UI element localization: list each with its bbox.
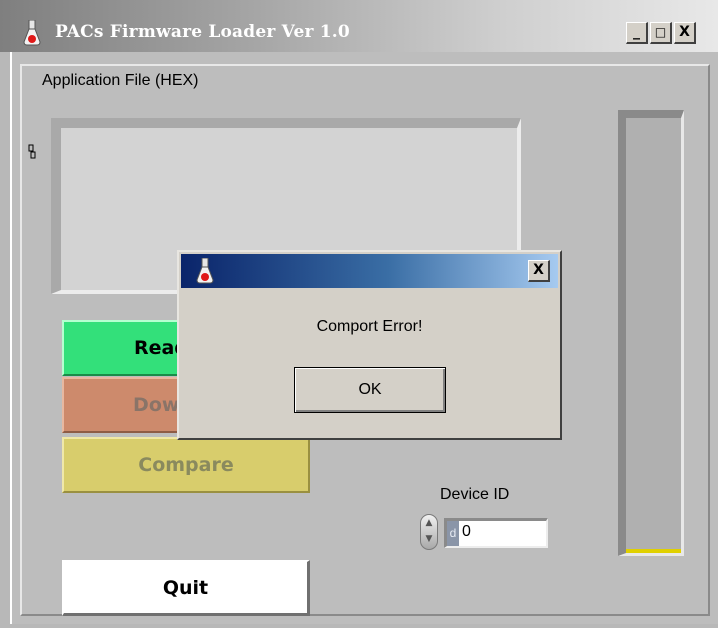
window-title: PACs Firmware Loader Ver 1.0 — [55, 22, 350, 42]
dialog-title-bar[interactable]: X — [181, 254, 558, 288]
maximize-button[interactable]: □ — [650, 22, 672, 44]
title-bar[interactable]: PACs Firmware Loader Ver 1.0 _ □ X — [0, 0, 718, 52]
progress-bar — [618, 110, 684, 556]
text-cursor-icon — [28, 144, 36, 159]
ok-button[interactable]: OK — [294, 367, 446, 413]
device-id-label: Device ID — [440, 486, 510, 503]
minimize-button[interactable]: _ — [626, 22, 648, 44]
radix-indicator[interactable]: d — [447, 521, 459, 546]
device-id-field[interactable]: d 0 — [444, 518, 548, 548]
progress-fill — [626, 548, 681, 553]
app-file-label: Application File (HEX) — [42, 72, 199, 89]
error-dialog: X Comport Error! OK — [177, 250, 562, 440]
quit-button[interactable]: Quit — [62, 560, 310, 616]
device-id-value: 0 — [462, 523, 471, 540]
close-button[interactable]: X — [674, 22, 696, 44]
dialog-message: Comport Error! — [316, 318, 423, 335]
device-id-spinner[interactable]: ▲ ▼ — [420, 514, 438, 550]
dialog-close-button[interactable]: X — [528, 260, 550, 282]
compare-button[interactable]: Compare — [62, 437, 310, 493]
flask-app-icon — [23, 20, 41, 46]
flask-app-icon — [196, 258, 214, 284]
